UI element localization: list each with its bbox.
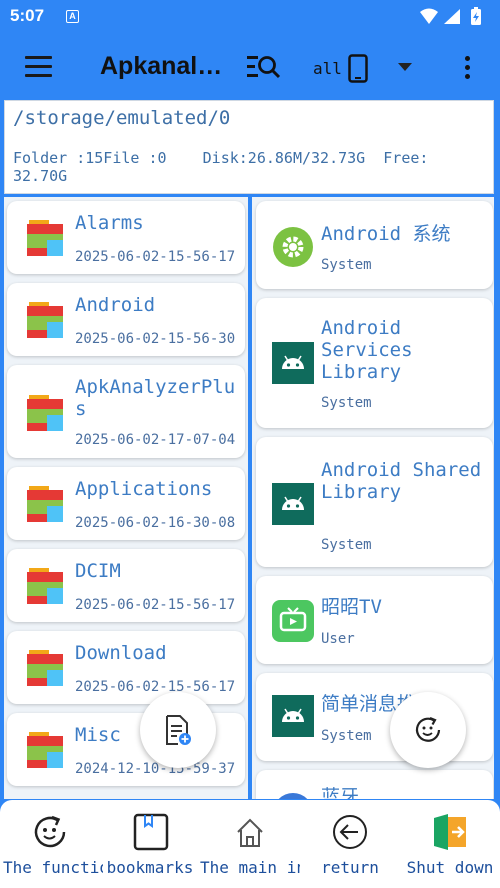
dropdown-arrow-icon[interactable]: [396, 62, 414, 72]
folder-item-download[interactable]: Download 2025-06-02-15-56-17: [7, 631, 245, 704]
refresh-fab[interactable]: [390, 692, 466, 768]
folder-name: DCIM: [75, 560, 121, 582]
android-icon: [272, 483, 314, 525]
nav-shut-down[interactable]: Shut down: [400, 800, 500, 888]
app-name: Android 系统: [321, 223, 451, 245]
folder-item-apkanalyzerplus[interactable]: ApkAnalyzerPlus 2025-06-02-17-07-04: [7, 365, 245, 458]
folder-name: ApkAnalyzerPlus: [75, 376, 236, 420]
folder-name: Download: [75, 642, 167, 664]
nav-label: bookmarks: [106, 859, 194, 877]
folder-date: 2025-06-02-15-56-17: [75, 249, 236, 265]
app-item-zhaozhao-tv[interactable]: 昭昭TV User: [256, 576, 493, 664]
folder-name: Applications: [75, 478, 213, 500]
folder-date: 2025-06-02-17-07-04: [75, 432, 236, 448]
app-name: 蓝牙: [321, 786, 360, 799]
filter-label[interactable]: all: [313, 59, 342, 78]
folder-icon: [27, 568, 63, 604]
app-bar: Apkanaly… all: [0, 34, 500, 100]
status-bar: 5:07 A: [0, 0, 500, 34]
notification-icon: A: [66, 10, 79, 23]
bookmark-icon: [133, 813, 169, 851]
folder-item-android[interactable]: Android 2025-06-02-15-56-30: [7, 283, 245, 356]
app-item-bluetooth[interactable]: 蓝牙: [256, 770, 493, 799]
nav-functions[interactable]: The functions: [0, 800, 103, 888]
search-list-icon[interactable]: [246, 52, 282, 82]
folder-list[interactable]: Alarms 2025-06-02-15-56-17 Android 2025-…: [4, 197, 248, 799]
app-type: System: [321, 728, 372, 744]
back-arrow-icon: [333, 815, 367, 849]
nav-label: The functions: [3, 859, 103, 877]
new-file-fab[interactable]: [140, 692, 216, 768]
android-icon: [272, 695, 314, 737]
face-refresh-icon: [415, 716, 441, 742]
app-type: System: [321, 537, 372, 553]
status-time: 5:07: [10, 6, 45, 25]
app-item-android-system[interactable]: Android 系统 System: [256, 201, 493, 289]
folder-icon: [27, 650, 63, 686]
app-name: Android Shared Library: [321, 459, 482, 503]
folder-icon: [27, 395, 63, 431]
app-type: System: [321, 395, 372, 411]
current-path: /storage/emulated/0: [13, 107, 231, 129]
exit-door-icon: [434, 814, 466, 850]
folder-icon: [27, 732, 63, 768]
app-type: User: [321, 631, 355, 647]
app-type: System: [321, 257, 372, 273]
nav-label: The main interface: [200, 859, 300, 877]
nav-bookmarks[interactable]: bookmarks: [100, 800, 200, 888]
path-info-box: /storage/emulated/0 Folder :15File :0 Di…: [4, 100, 494, 194]
nav-label: return: [321, 859, 379, 877]
folder-icon: [27, 302, 63, 338]
app-title: Apkanaly…: [100, 52, 234, 80]
battery-icon: [471, 7, 481, 25]
folder-name: Android: [75, 294, 156, 316]
folder-item-dcim[interactable]: DCIM 2025-06-02-15-56-17: [7, 549, 245, 622]
app-item-android-shared-library[interactable]: Android Shared Library System: [256, 437, 493, 567]
system-status-icons: [420, 7, 481, 25]
bluetooth-icon: [278, 793, 308, 799]
new-file-icon: [166, 715, 191, 745]
folder-icon: [27, 486, 63, 522]
app-name: 昭昭TV: [321, 596, 382, 618]
folder-name: Alarms: [75, 212, 144, 234]
hamburger-menu-icon[interactable]: [25, 56, 53, 78]
overflow-menu-icon[interactable]: [463, 56, 471, 80]
tv-icon: [272, 600, 314, 642]
phone-icon[interactable]: [348, 54, 368, 83]
nav-return[interactable]: return: [300, 800, 400, 888]
folder-item-applications[interactable]: Applications 2025-06-02-16-30-08: [7, 467, 245, 540]
android-icon: [272, 342, 314, 384]
folder-date: 2025-06-02-15-56-30: [75, 331, 236, 347]
home-icon: [237, 818, 263, 847]
folder-item-alarms[interactable]: Alarms 2025-06-02-15-56-17: [7, 201, 245, 274]
face-refresh-icon: [34, 815, 66, 848]
folder-date: 2025-06-02-16-30-08: [75, 515, 236, 531]
settings-gear-icon: [273, 227, 313, 267]
nav-label: Shut down: [406, 859, 494, 877]
bottom-navigation: The functions bookmarks The main interfa…: [0, 800, 500, 888]
folder-date: 2024-12-10-15-59-37: [75, 761, 236, 777]
storage-info: Folder :15File :0 Disk:26.86M/32.73G Fre…: [13, 149, 429, 185]
app-name: Android Services Library: [321, 317, 413, 383]
app-item-android-services-library[interactable]: Android Services Library System: [256, 298, 493, 428]
signal-icon: [444, 9, 460, 24]
folder-date: 2025-06-02-15-56-17: [75, 679, 236, 695]
nav-main-interface[interactable]: The main interface: [200, 800, 300, 888]
wifi-icon: [420, 8, 438, 24]
folder-icon: [27, 220, 63, 256]
folder-date: 2025-06-02-15-56-17: [75, 597, 236, 613]
